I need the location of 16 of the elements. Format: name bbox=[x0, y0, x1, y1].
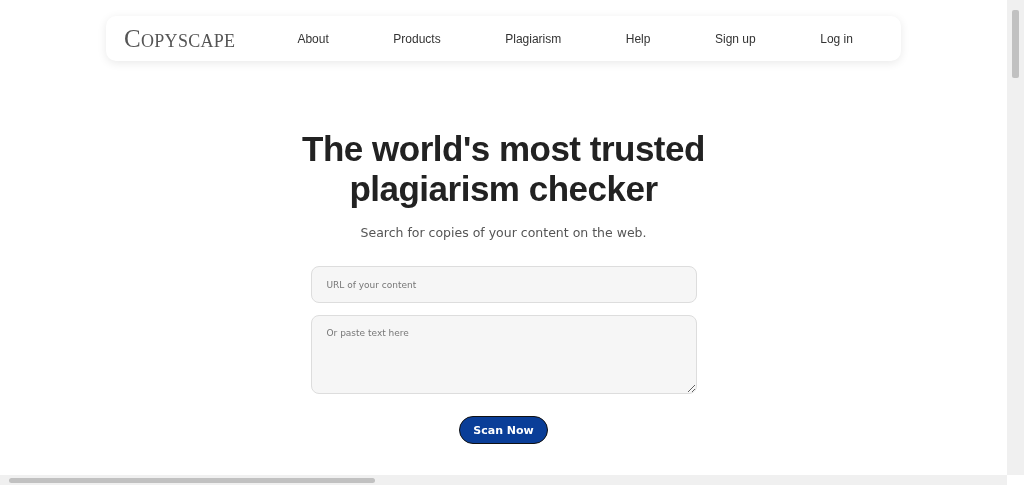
nav-link[interactable]: Sign up bbox=[715, 31, 756, 46]
scan-button[interactable]: Scan Now bbox=[459, 416, 548, 444]
nav-link[interactable]: Log in bbox=[820, 31, 853, 46]
nav-link[interactable]: Help bbox=[625, 31, 651, 46]
page-heading: The world's most trusted plagiarism checker bbox=[302, 129, 705, 209]
scrollbar-thumb[interactable] bbox=[9, 477, 375, 483]
nav-link[interactable]: Products bbox=[393, 31, 441, 46]
scrollbar-thumb[interactable] bbox=[1012, 10, 1019, 78]
nav-link[interactable]: About bbox=[297, 31, 329, 46]
vertical-scrollbar[interactable] bbox=[1007, 0, 1024, 475]
horizontal-scrollbar[interactable] bbox=[0, 475, 1007, 485]
logo[interactable]: Copyscape bbox=[124, 24, 236, 53]
subtitle: Search for copies of your content on the web. bbox=[360, 225, 647, 240]
text-field[interactable]: Or paste text here bbox=[310, 315, 697, 394]
nav-link[interactable]: Plagiarism bbox=[505, 31, 562, 46]
url-field[interactable]: URL of your content bbox=[310, 266, 697, 303]
